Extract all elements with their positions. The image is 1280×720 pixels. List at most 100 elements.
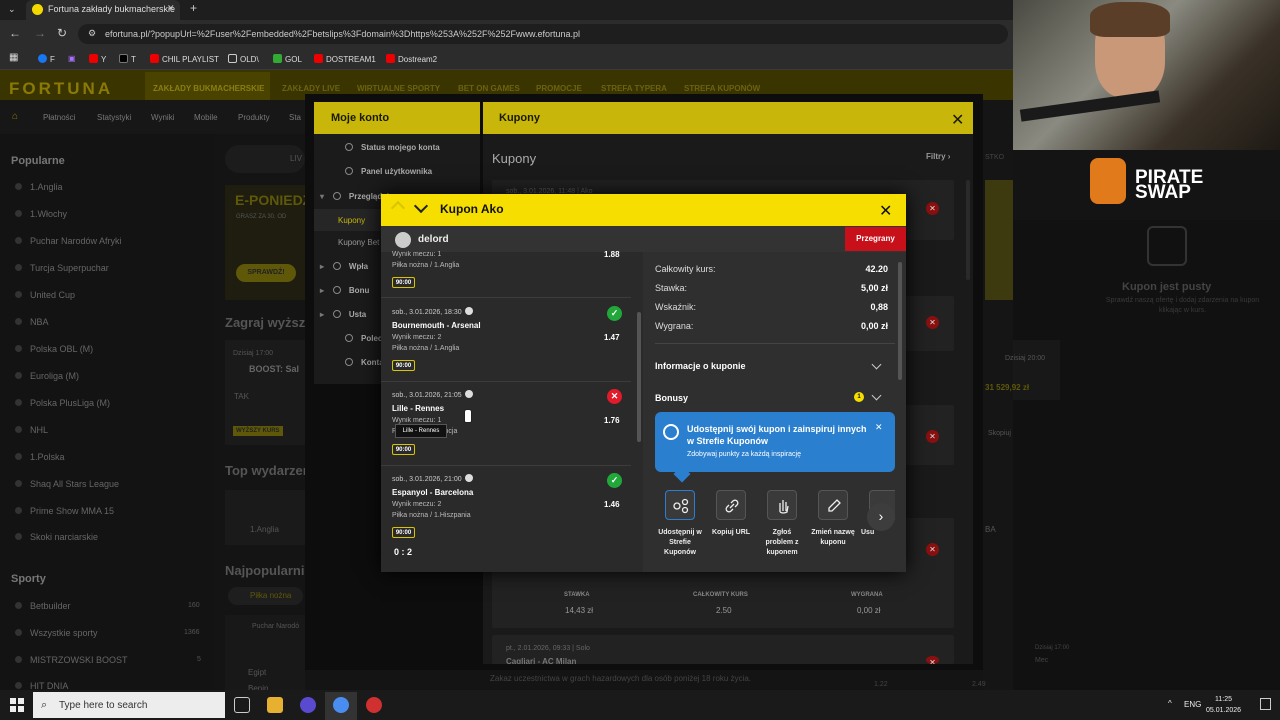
promo-check-button[interactable]: SPRAWDŹ! [236,264,296,282]
sidebar-item[interactable]: Euroliga (M) [15,371,79,381]
nav-item[interactable]: ZAKŁADY LIVE [282,84,340,93]
site-info-icon[interactable]: ⚙ [88,28,96,39]
menu-ustawienia[interactable]: ▸ Usta [320,310,366,319]
chrome-icon[interactable] [333,697,349,713]
sidebar-item[interactable]: Polska OBL (M) [15,344,93,354]
subnav-item[interactable]: Płatności [43,113,75,122]
apps-icon[interactable]: ▦ [9,52,18,63]
sidebar-item[interactable]: Skoki narciarskie [15,532,98,542]
subnav-item[interactable]: Statystyki [97,113,131,122]
menu-label: Polec [361,334,383,343]
menu-status-konta[interactable]: Status mojego konta [345,143,440,152]
summary-value: 0,88 [870,302,888,312]
boost-title: BOOST: Sal [249,364,300,374]
subnav-item[interactable]: Wyniki [151,113,174,122]
bookmark-old[interactable]: OLD\ [228,54,259,64]
back-icon[interactable]: ← [9,26,21,40]
sidebar-sport[interactable]: MISTRZOWSKI BOOST [15,655,128,665]
rename-coupon-button[interactable] [818,490,848,520]
menu-bonusy[interactable]: ▸ Bonu [320,286,369,295]
report-problem-button[interactable] [767,490,797,520]
odds-cell[interactable]: 1.22 [874,681,888,688]
copy-url-button[interactable] [716,490,746,520]
sidebar-item-label: Wszystkie sporty [30,628,98,638]
event-league: Piłka nożna / 1.Hiszpania [392,512,471,519]
sidebar-item[interactable]: Polska PlusLiga (M) [15,398,110,408]
sidebar-item[interactable]: 1.Włochy [15,209,67,219]
tray-chevron-icon[interactable]: ^ [1168,699,1172,708]
url-field[interactable]: efortuna.pl/?popupUrl=%2Fuser%2Fembedded… [78,24,1008,44]
nav-item[interactable]: ZAKŁADY BUKMACHERSKIE [153,84,264,93]
sidebar-item[interactable]: 1.Polska [15,452,65,462]
taskbar-search-field[interactable]: Type here to search [33,692,225,718]
tab-close-icon[interactable]: ✕ [167,3,175,14]
coupon-info-toggle[interactable]: Informacje o kuponie [655,361,746,371]
tab-search-icon[interactable]: ⌄ [8,4,16,15]
notifications-icon[interactable] [1260,698,1271,710]
sidebar-item[interactable]: Puchar Narodów Afryki [15,236,122,246]
menu-kontakt[interactable]: Konta [345,358,384,367]
sidebar-item[interactable]: NHL [15,425,48,435]
share-callout-title: Udostępnij swój kupon i zainspiruj innyc… [687,424,867,446]
sidebar-item[interactable]: NBA [15,317,49,327]
bookmark-chil-playlist[interactable]: CHIL PLAYLIST [150,54,219,64]
bookmark-f[interactable]: F [38,54,55,64]
menu-panel-uzytkownika[interactable]: Panel użytkownika [345,167,432,176]
fortuna-logo[interactable]: FORTUNA [9,79,113,99]
sidebar-item[interactable]: Turcja Superpuchar [15,263,109,273]
close-icon[interactable]: ✕ [875,422,883,433]
actions-next-button[interactable]: › [867,503,895,531]
close-icon[interactable]: ✕ [879,201,892,221]
events-scrollbar[interactable] [637,312,641,442]
obs-icon[interactable] [366,697,382,713]
nav-item[interactable]: STREFA TYPERA [601,84,667,93]
sidebar-item[interactable]: Shaq All Stars League [15,479,119,489]
nav-item[interactable]: WIRTUALNE SPORTY [357,84,440,93]
menu-kupony-bet-label[interactable]: Kupony Bet [338,238,379,247]
browser-tab[interactable]: Fortuna zakłady bukmacherskie [26,0,180,20]
bookmark-y[interactable]: Y [89,54,106,64]
menu-wplaty[interactable]: ▸ Wpła [320,262,368,271]
sidebar-sport[interactable]: Betbuilder [15,601,71,611]
kupony-close-icon[interactable]: ✕ [951,110,964,130]
bookmark-gol[interactable]: GOL [273,54,302,64]
bookmark-t[interactable]: T [119,54,136,64]
sidebar-item[interactable]: Prime Show MMA 15 [15,506,114,516]
event-teams[interactable]: Bournemouth - Arsenal [392,321,481,330]
event-teams[interactable]: Lille - Rennes [392,404,444,413]
top-event-card[interactable] [225,490,305,545]
subnav-item[interactable]: Produkty [238,113,270,122]
menu-przegladaj[interactable]: ▾ Przeglądaj [320,192,389,201]
windows-start-icon[interactable] [10,698,24,712]
event-teams[interactable]: Espanyol - Barcelona [392,488,473,497]
copy-link[interactable]: Skopiuj [988,430,1011,437]
forward-icon[interactable]: → [34,26,46,40]
nav-item[interactable]: BET ON GAMES [458,84,520,93]
taskbar-clock[interactable]: 11:25 05.01.2026 [1206,694,1241,716]
home-icon[interactable]: ⌂ [12,111,18,122]
nav-item[interactable]: PROMOCJE [536,84,582,93]
sidebar-item[interactable]: United Cup [15,290,75,300]
sidebar-sport[interactable]: Wszystkie sporty [15,628,98,638]
odds-cell[interactable]: 2.49 [972,681,986,688]
file-explorer-icon[interactable] [267,697,283,713]
new-tab-icon[interactable]: + [190,1,197,15]
share-button[interactable] [665,490,695,520]
filter-button[interactable]: Filtry › [926,152,950,161]
sidebar-item[interactable]: 1.Anglia [15,182,63,192]
bonuses-toggle[interactable]: Bonusy [655,393,688,403]
bookmark-dostream2[interactable]: Dostream2 [386,54,437,64]
nav-item[interactable]: STREFA KUPONÓW [684,84,760,93]
task-view-icon[interactable] [234,697,250,713]
bookmark-dostream1[interactable]: DOSTREAM1 [314,54,376,64]
language-indicator[interactable]: ENG [1184,700,1201,709]
app-icon[interactable] [300,697,316,713]
subnav-item[interactable]: Mobile [194,113,218,122]
kupony-scrollbar[interactable] [966,180,970,280]
subnav-item[interactable]: Sta [289,113,301,122]
twitch-bookmark-icon[interactable]: ▣ [68,54,76,63]
menu-polec[interactable]: Polec [345,334,382,343]
details-scrollbar[interactable] [898,262,902,380]
pirate-swap-logo-icon [1090,158,1126,204]
reload-icon[interactable]: ↻ [57,26,67,40]
